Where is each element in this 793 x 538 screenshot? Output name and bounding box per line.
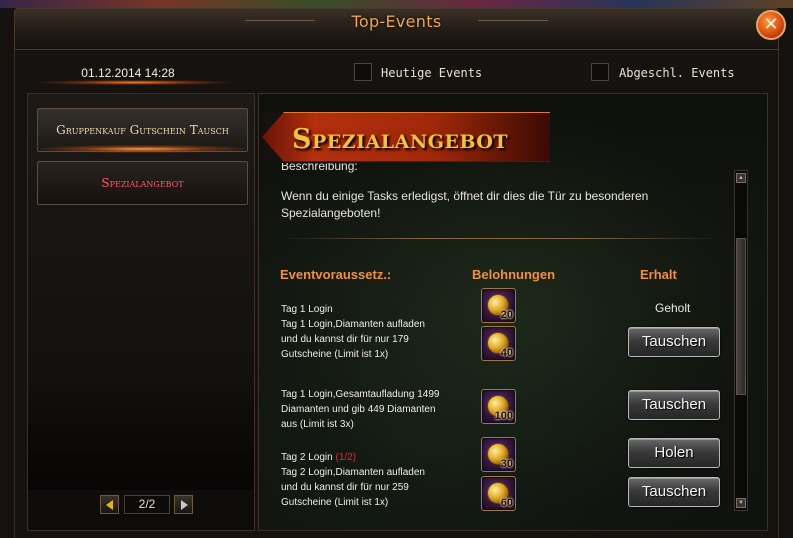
exchange-button[interactable]: Tauschen <box>628 477 720 507</box>
scroll-down-icon[interactable]: ▼ <box>736 498 746 508</box>
sidebar-item-label: Gruppenkauf Gutschein Tausch <box>56 123 229 137</box>
window-title: Top-Events <box>351 12 442 31</box>
sidebar-item-spezialangebot[interactable]: Spezialangebot <box>37 161 248 205</box>
row-clip: Tag 2 Login,Diamanten aufladen und du ka… <box>258 93 728 523</box>
server-datetime: 01.12.2014 14:28 <box>81 66 175 80</box>
datetime-glow <box>40 80 230 85</box>
scroll-up-icon[interactable]: ▲ <box>736 173 746 183</box>
reward-count: 60 <box>500 497 513 509</box>
game-background-strip <box>0 0 793 8</box>
close-button[interactable]: ✕ <box>756 10 786 40</box>
arrow-right-icon <box>181 500 188 510</box>
content-scrollbar[interactable]: ▲ ▼ <box>734 170 748 511</box>
sidebar-shade <box>28 380 254 490</box>
sidebar-item-gruppenkauf[interactable]: Gruppenkauf Gutschein Tausch <box>37 108 248 153</box>
close-icon: ✕ <box>763 14 779 34</box>
checkbox-finished-events[interactable] <box>591 63 609 81</box>
label-finished-events: Abgeschl. Events <box>619 66 735 80</box>
page-indicator: 2/2 <box>124 495 170 514</box>
prev-page-button[interactable] <box>100 495 119 514</box>
scrollbar-thumb[interactable] <box>736 238 746 395</box>
sidebar-item-glow <box>38 145 247 153</box>
sidebar-item-label: Spezialangebot <box>101 176 184 190</box>
reward-slot[interactable]: 60 <box>481 476 516 511</box>
requirement-text: Tag 2 Login,Diamanten aufladen und du ka… <box>281 467 425 508</box>
checkbox-today-events[interactable] <box>354 63 372 81</box>
arrow-left-icon <box>106 500 113 510</box>
label-today-events: Heutige Events <box>381 66 483 80</box>
next-page-button[interactable] <box>174 495 193 514</box>
